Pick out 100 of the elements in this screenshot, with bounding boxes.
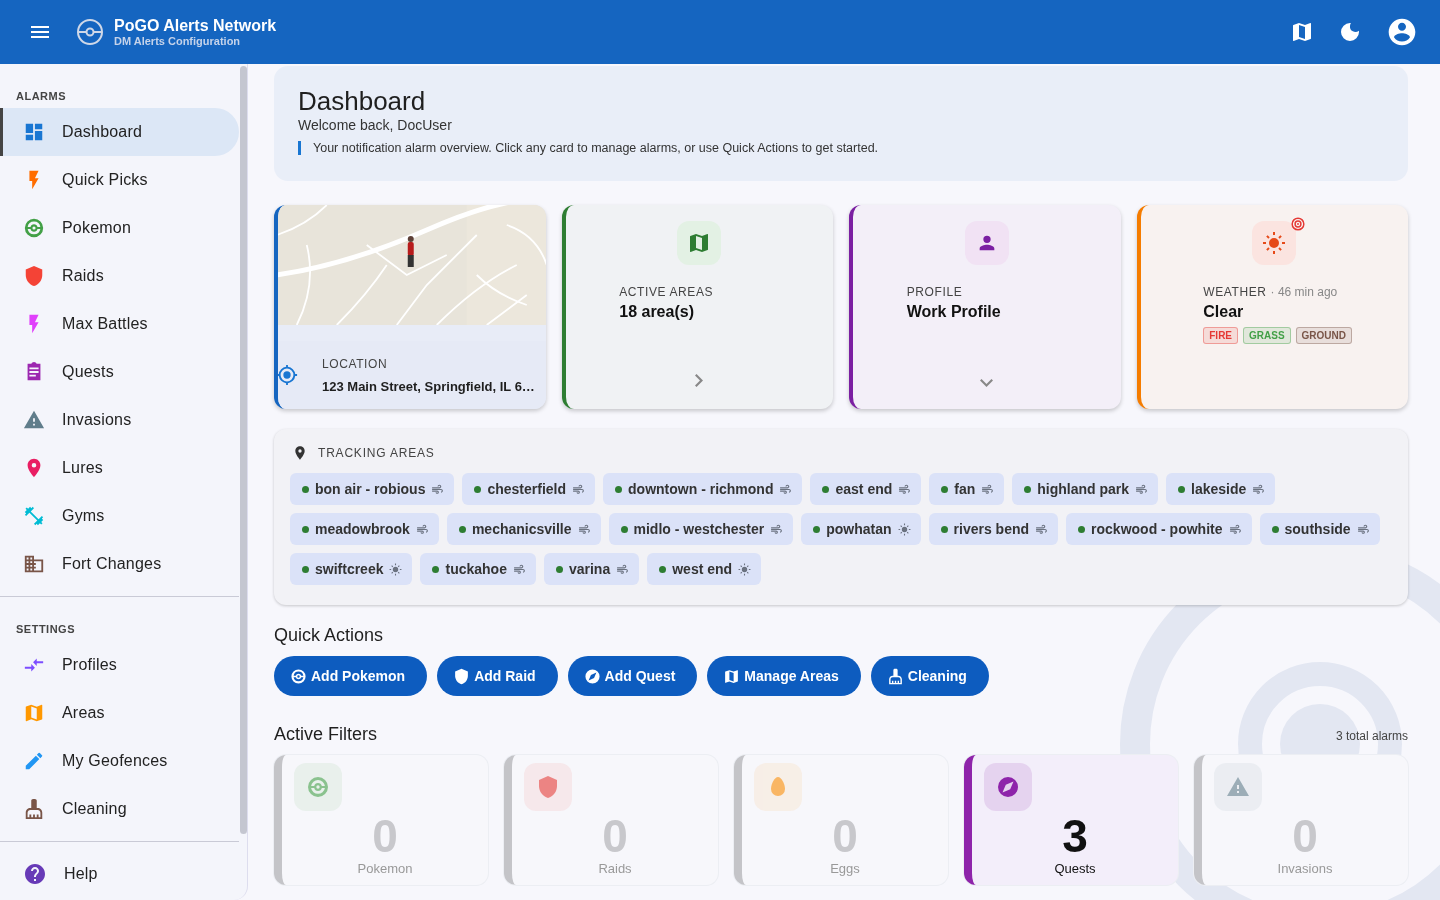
card-value: Clear [1203,303,1245,321]
area-chip[interactable]: midlo - westchester [608,513,794,545]
nav-item[interactable]: Help [0,850,239,898]
dashboard-icon [23,121,45,143]
nav-item[interactable]: Invasions [0,396,239,444]
areas-card[interactable]: ACTIVE AREAS 18 area(s) [561,205,833,409]
area-chip[interactable]: varina [543,553,640,585]
profile-card[interactable]: PROFILE Work Profile [849,205,1121,409]
area-chip[interactable]: downtown - richmond [603,473,803,505]
filter-count: 3 [1062,813,1088,859]
status-dot [620,525,628,533]
nav-item[interactable]: Fort Changes [0,540,239,588]
location-target-icon [278,364,298,386]
nav-item[interactable]: Profiles [0,641,239,689]
action-button[interactable]: Manage Areas [707,656,861,696]
map-icon [677,221,722,265]
status-dot [302,485,309,493]
welcome-text: Welcome back, DocUser [298,117,453,133]
card-label: PROFILE [906,285,964,299]
update-time: · 46 min ago [1270,285,1338,299]
chevron-right-icon [695,374,704,387]
area-chip[interactable]: rivers bend [928,513,1059,545]
nav-item[interactable]: Max Battles [0,300,239,348]
building-icon [23,553,45,575]
scrollbar[interactable] [240,66,247,834]
shield-icon [524,763,572,811]
warning-icon [1214,763,1262,811]
broom-icon [23,798,45,820]
map-icon [723,667,741,685]
action-button[interactable]: Add Raid [437,656,558,696]
area-chip[interactable]: swiftcreek [290,553,413,585]
area-chip[interactable]: mechanicsville [446,513,601,545]
nav-item[interactable]: My Geofences [0,737,239,785]
section-title: SETTINGS [15,622,76,637]
status-dot [615,485,623,493]
type-tag: GRASS [1243,327,1291,344]
section-title: Active Filters [274,724,378,745]
nav-item[interactable]: Areas [0,689,239,737]
area-chip[interactable]: tuckahoe [420,553,536,585]
page-title: Dashboard [298,86,427,117]
weather-card[interactable]: WEATHER · 46 min ago Clear FIRE GRASS GROUND [1136,205,1408,409]
card-value: Work Profile [906,303,1002,321]
status-dot [1024,485,1032,493]
nav-item[interactable]: Lures [0,444,239,492]
location-address: 123 Main Street, Springfield, IL 6… [322,378,535,394]
person-icon [964,221,1009,265]
nav-item[interactable]: Pokemon [0,204,239,252]
section-title: ALARMS [15,89,68,104]
nav-item[interactable]: Dashboard [0,108,239,156]
status-dot [940,525,948,533]
area-chip[interactable]: lakeside [1166,473,1276,505]
nav-item[interactable]: Cleaning [0,785,239,833]
card-value: 18 area(s) [619,303,695,321]
action-button[interactable]: Add Quest [567,656,698,696]
card-label: LOCATION [322,356,389,371]
status-dot [813,525,821,533]
nav-item[interactable]: Raids [0,252,239,300]
nav-item[interactable]: Gyms [0,492,239,540]
location-card[interactable]: LOCATION 123 Main Street, Springfield, IL 6… [274,205,546,409]
compass-icon [984,763,1032,811]
area-chip[interactable]: powhatan [801,513,921,545]
status-dot [1078,525,1086,533]
nav-item[interactable]: Quick Picks [0,156,239,204]
sun-icon [1252,221,1297,265]
area-chip[interactable]: meadowbrook [290,513,439,545]
compass-icon [583,667,601,685]
action-button[interactable]: Add Pokemon [274,656,428,696]
status-dot [474,485,482,493]
alarm-total: 3 total alarms [1335,729,1408,743]
area-chip[interactable]: southside [1259,513,1380,545]
action-button[interactable]: Cleaning [870,656,989,696]
warning-icon [23,409,45,431]
info-note: Your notification alarm overview. Click any card to manage alarms, or use Quick Actions to get started. [298,141,1384,155]
status-dot [659,565,667,573]
broom-icon [886,667,904,685]
filter-card[interactable]: 3 Quests [964,755,1178,885]
app-title: PoGO Alerts Network [114,17,277,35]
chevron-down-icon [980,379,994,387]
egg-icon [754,763,802,811]
area-chip[interactable]: rockwood - powhite [1066,513,1252,545]
pencil-icon [23,750,45,772]
filter-label: Invasions [1277,861,1333,876]
map-icon [23,702,45,724]
status-dot [555,565,563,573]
filter-label: Pokemon [357,861,413,876]
type-tag: GROUND [1295,327,1353,344]
pin-icon [292,445,308,461]
area-chip[interactable]: west end [647,553,762,585]
status-dot [302,525,309,533]
panel-title: TRACKING AREAS [318,446,435,460]
area-chip[interactable]: chesterfield [462,473,596,505]
status-dot [822,485,830,493]
area-chip[interactable]: highland park [1012,473,1159,505]
area-chip[interactable]: east end [810,473,922,505]
area-chip[interactable]: fan [929,473,1005,505]
nav-item[interactable]: Quests [0,348,239,396]
area-chip[interactable]: bon air - robious [290,473,455,505]
type-tag: FIRE [1203,327,1239,344]
app-subtitle: DM Alerts Configuration [114,35,242,47]
status-dot [1178,485,1186,493]
